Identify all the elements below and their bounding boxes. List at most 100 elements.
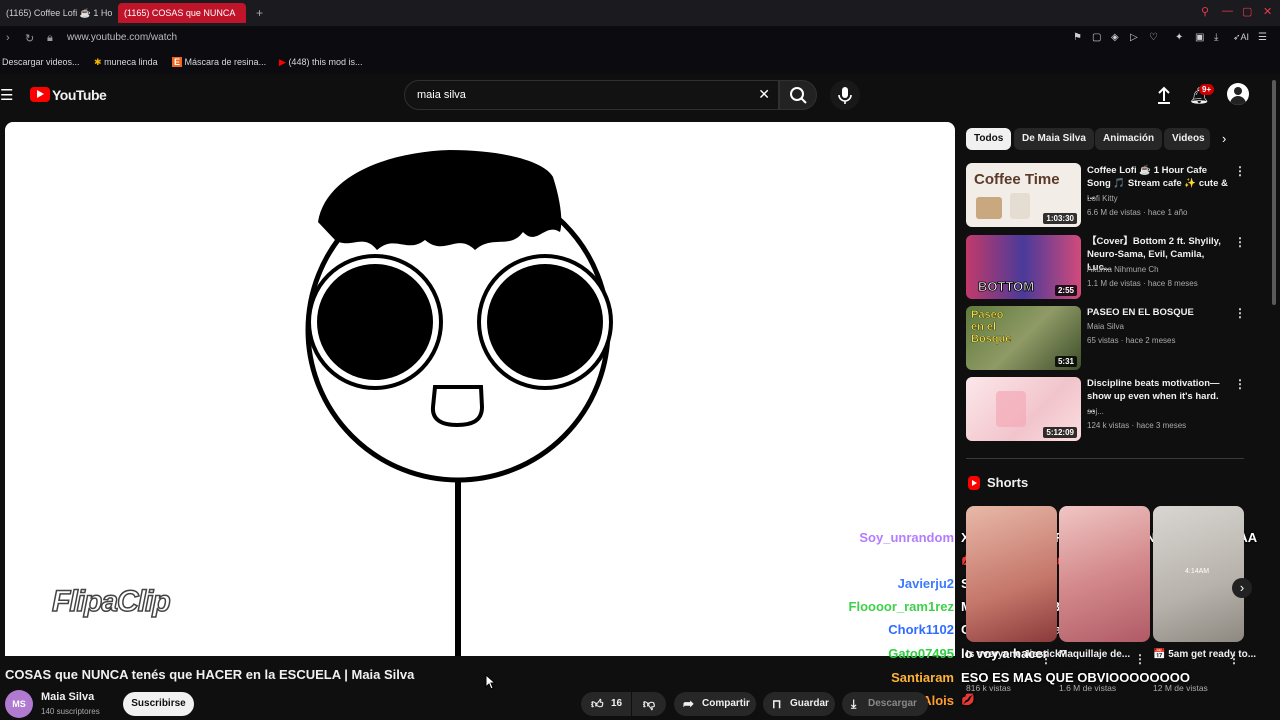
puzzle-icon[interactable]: ✦ — [1175, 32, 1183, 43]
star-icon: ✱ — [94, 57, 102, 67]
short-thumbnail[interactable] — [1059, 506, 1150, 642]
duration-badge: 1:03:30 — [1043, 213, 1077, 224]
heart-icon[interactable]: ♡ — [1149, 32, 1158, 43]
video-player[interactable]: FlipaClip — [5, 122, 955, 656]
url-field[interactable]: www.youtube.com/watch — [67, 32, 177, 43]
bookmark-item[interactable]: ✱ muneca linda — [94, 57, 158, 68]
search-value: maia silva — [417, 89, 466, 101]
short-views: 816 k vistas — [966, 683, 1011, 693]
channel-name[interactable]: soj... — [1087, 407, 1104, 416]
shorts-icon — [968, 476, 980, 490]
clear-icon[interactable]: ✕ — [758, 86, 770, 103]
video-thumbnail[interactable]: 5:12:09 — [966, 377, 1081, 441]
more-icon[interactable]: ⋮ — [1234, 377, 1246, 391]
address-bar: › ↻ 🔒︎ www.youtube.com/watch ⚑ ▢ ◈ ▷ ♡ ✦… — [0, 26, 1280, 52]
close-icon[interactable]: ✕ — [1263, 5, 1272, 18]
youtube-logo-text[interactable]: YouTube — [52, 87, 107, 103]
thumbs-up-icon: 👍︎ — [591, 697, 604, 711]
chat-username: Javierju2 — [897, 576, 954, 591]
channel-name[interactable]: Maia Silva — [41, 691, 94, 703]
channel-avatar[interactable]: MS — [5, 690, 33, 718]
video-title[interactable]: Discipline beats motivation— show up eve… — [1087, 377, 1229, 416]
shorts-next-button[interactable]: › — [1232, 578, 1252, 598]
youtube-logo-icon[interactable] — [30, 87, 50, 102]
bookmark-item[interactable]: Descargar videos... — [2, 57, 80, 67]
duration-badge: 5:12:09 — [1043, 427, 1077, 438]
short-title[interactable]: Maquillaje de... — [1059, 649, 1130, 660]
share-button[interactable]: ➦ Compartir — [674, 692, 756, 716]
channel-name[interactable]: Lofi Kitty — [1087, 194, 1118, 203]
chip-animacion[interactable]: Animación — [1095, 128, 1163, 150]
video-title-main: COSAS que NUNCA tenés que HACER en la ES… — [5, 667, 415, 682]
minimize-icon[interactable]: — — [1222, 5, 1233, 17]
mouse-cursor — [485, 674, 497, 690]
more-icon[interactable]: ⋮ — [1234, 306, 1246, 320]
bookmark-icon: ⊓ — [772, 697, 782, 711]
chat-username: Soy_unrandom — [859, 530, 954, 545]
download-button[interactable]: ⤓ Descargar — [842, 692, 928, 716]
ai-icon[interactable]: ➶AI — [1233, 32, 1249, 43]
upload-icon[interactable] — [1155, 85, 1173, 110]
chat-message: 💋 — [961, 694, 975, 706]
chip-de-maia-silva[interactable]: De Maia Silva — [1014, 128, 1094, 150]
browser-tab-active[interactable]: (1165) COSAS que NUNCA — [118, 3, 246, 23]
search-input[interactable]: maia silva ✕ — [404, 80, 779, 110]
more-icon[interactable]: ⋮ — [1234, 164, 1246, 178]
wallet-icon[interactable]: ▣ — [1195, 32, 1204, 43]
browser-tab[interactable]: (1165) Coffee Lofi ☕ 1 Hou — [0, 3, 112, 23]
subscriber-count: 140 suscriptores — [41, 707, 100, 716]
channel-name[interactable]: Akuma Nihmune Ch — [1087, 265, 1159, 274]
download-icon[interactable]: ⤓ — [1214, 32, 1218, 43]
save-button[interactable]: ⊓ Guardar — [763, 692, 835, 716]
shorts-heading: Shorts — [987, 475, 1029, 490]
chat-username: Chork1102 — [888, 622, 954, 637]
reload-icon[interactable]: ↻ — [25, 32, 34, 45]
voice-search-button[interactable] — [830, 80, 860, 110]
play-icon[interactable]: ▷ — [1130, 32, 1138, 43]
chevron-right-icon[interactable]: › — [1222, 131, 1226, 146]
short-views: 1.6 M de vistas — [1059, 683, 1117, 693]
back-icon[interactable]: › — [6, 32, 10, 44]
search-icon — [790, 87, 807, 104]
bookmark-icon[interactable]: ▢ — [1092, 32, 1101, 43]
new-tab-button[interactable]: + — [250, 3, 264, 23]
video-thumbnail[interactable]: BOTTOM 2:55 — [966, 235, 1081, 299]
subscribe-button[interactable]: Suscribirse — [123, 692, 194, 716]
more-icon[interactable]: ⋮ — [1228, 652, 1240, 666]
search-icon[interactable]: ⚲ — [1201, 5, 1209, 18]
chat-username: Floooor_ram1rez — [848, 599, 954, 614]
search-button[interactable] — [779, 80, 817, 110]
avatar[interactable] — [1227, 83, 1249, 105]
more-icon[interactable]: ⋮ — [1134, 652, 1146, 666]
etsy-icon: E — [172, 57, 183, 67]
short-views: 12 M de vistas — [1153, 683, 1208, 693]
chip-todos[interactable]: Todos — [966, 128, 1012, 150]
video-meta: 65 vistas · hace 2 meses — [1087, 336, 1176, 345]
maximize-icon[interactable]: ▢ — [1242, 5, 1252, 18]
hamburger-icon[interactable]: ☰ — [0, 86, 13, 104]
notification-badge: 9+ — [1199, 84, 1215, 95]
bookmark-item[interactable]: E Máscara de resina... — [172, 57, 266, 67]
short-thumbnail[interactable]: 4:14AM — [1153, 506, 1244, 642]
more-icon[interactable]: ⋮ — [1234, 235, 1246, 249]
bookmark-item[interactable]: ▶ (448) this mod is... — [279, 57, 362, 68]
bookmarks-bar: Descargar videos... ✱ muneca linda E Más… — [0, 52, 1280, 74]
more-icon[interactable]: ⋮ — [1040, 652, 1052, 666]
scrollbar[interactable] — [1272, 80, 1276, 305]
shield-icon[interactable]: ◈ — [1111, 32, 1119, 43]
youtube-icon: ▶ — [279, 57, 286, 67]
short-thumbnail[interactable] — [966, 506, 1057, 642]
dislike-button[interactable]: 👎︎ — [632, 692, 666, 716]
video-thumbnail[interactable]: Coffee Time 1:03:30 — [966, 163, 1081, 227]
divider — [966, 458, 1244, 459]
chip-videos[interactable]: Videos — [1164, 128, 1210, 150]
video-thumbnail[interactable]: Paseo en el Bosque 5:31 — [966, 306, 1081, 370]
channel-name[interactable]: Maia Silva — [1087, 322, 1124, 331]
video-meta: 1.1 M de vistas · hace 8 meses — [1087, 279, 1198, 288]
duration-badge: 5:31 — [1054, 356, 1077, 367]
video-title[interactable]: PASEO EN EL BOSQUE — [1087, 306, 1229, 319]
menu-icon[interactable]: ☰ — [1258, 32, 1267, 43]
like-button[interactable]: 👍︎ 16 — [581, 692, 631, 716]
extension-icon[interactable]: ⚑ — [1073, 32, 1082, 43]
short-title[interactable]: 📅 5am get ready to... — [1153, 649, 1256, 660]
